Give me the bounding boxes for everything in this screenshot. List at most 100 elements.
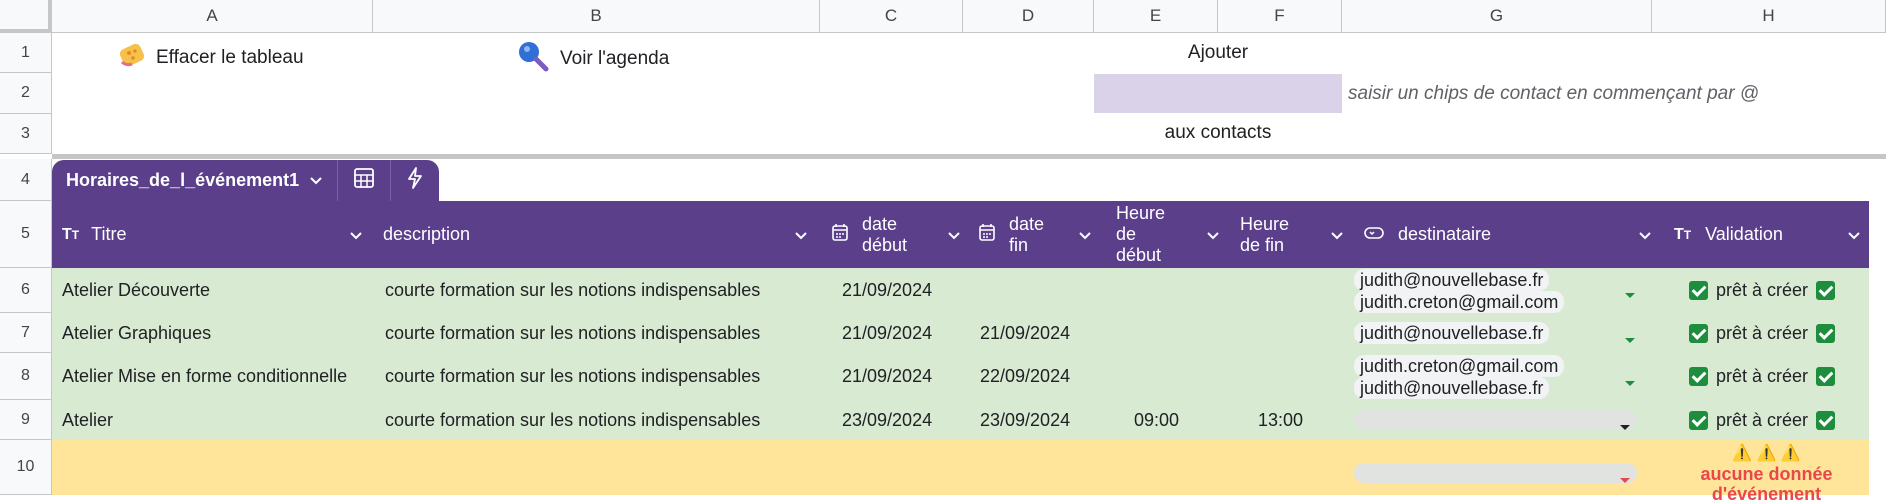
cell-heure-debut[interactable]: 09:00 (1134, 400, 1179, 440)
check-icon (1816, 281, 1836, 300)
contact-chip[interactable]: judith@nouvellebase.fr (1354, 376, 1550, 399)
cell-validation[interactable]: prêt à créer (1689, 313, 1836, 353)
destinataire-dropdown[interactable] (1354, 463, 1637, 483)
cell-titre[interactable]: Atelier Graphiques (62, 313, 211, 353)
clear-table-label: Effacer le tableau (156, 47, 304, 68)
cell-titre[interactable]: Atelier Mise en forme conditionnelle (62, 353, 347, 400)
table-calculator-button[interactable] (338, 160, 392, 201)
chevron-down-icon (1847, 225, 1861, 246)
cell-description[interactable]: courte formation sur les notions indispe… (385, 313, 760, 353)
dropdown-type-icon (1364, 224, 1384, 245)
cell-date-fin[interactable]: 22/09/2024 (980, 353, 1070, 400)
cell-destinataire[interactable]: judith.creton@gmail.com judith@nouvelleb… (1354, 353, 1654, 400)
dropdown-arrow-icon[interactable] (1624, 372, 1636, 393)
column-header-b[interactable]: B (373, 0, 820, 33)
cell-date-fin[interactable]: 23/09/2024 (980, 400, 1070, 440)
contact-hint: saisir un chips de contact en commençant… (1348, 83, 1760, 104)
header-validation[interactable]: TT Validation (1664, 201, 1869, 268)
text-type-icon: TT (62, 225, 80, 243)
header-date-fin-line2: fin (1009, 234, 1029, 255)
contact-chip[interactable]: judith.creton@gmail.com (1354, 290, 1565, 313)
contact-chip[interactable]: judith@nouvellebase.fr (1354, 268, 1550, 291)
row-header-4[interactable]: 4 (0, 159, 52, 201)
cell-date-fin[interactable]: 21/09/2024 (980, 313, 1070, 353)
header-heure-fin[interactable]: Heure de fin (1230, 201, 1354, 268)
row-header-10[interactable]: 10 (0, 440, 52, 495)
row-header-8[interactable]: 8 (0, 353, 52, 400)
chevron-down-icon (1638, 225, 1652, 246)
row-header-9[interactable]: 9 (0, 400, 52, 440)
column-header-g[interactable]: G (1342, 0, 1652, 33)
table-row: Atelier courte formation sur les notions… (52, 400, 1869, 440)
dropdown-arrow-icon[interactable] (1619, 469, 1631, 490)
cell-description[interactable]: courte formation sur les notions indispe… (385, 400, 760, 440)
header-date-fin[interactable]: date fin (975, 201, 1106, 268)
row-header-3[interactable]: 3 (0, 114, 52, 154)
cell-validation[interactable]: prêt à créer (1689, 353, 1836, 400)
table-automation-button[interactable] (391, 160, 439, 201)
column-header-h[interactable]: H (1652, 0, 1886, 33)
warning-text-line2: d'événement (1711, 484, 1822, 504)
header-validation-label: Validation (1705, 224, 1783, 244)
chevron-down-icon (309, 170, 323, 191)
chevron-down-icon (794, 225, 808, 246)
cell-date-debut[interactable]: 23/09/2024 (842, 400, 932, 440)
dropdown-arrow-icon[interactable] (1619, 416, 1631, 437)
frozen-rows-divider[interactable] (52, 154, 1886, 159)
header-destinataire[interactable]: destinataire (1354, 201, 1664, 268)
contact-chip-input[interactable] (1094, 74, 1342, 113)
view-agenda-button[interactable]: Voir l'agenda (516, 40, 669, 78)
warning-icon: ⚠️ ⚠️ ⚠️ (1732, 445, 1801, 462)
column-header-e[interactable]: E (1094, 0, 1218, 33)
cell-titre[interactable]: Atelier Découverte (62, 268, 210, 313)
column-header-f[interactable]: F (1218, 0, 1342, 33)
header-heure-debut-line2: de (1116, 224, 1137, 244)
cell-titre[interactable]: Atelier (62, 400, 113, 440)
cell-description[interactable]: courte formation sur les notions indispe… (385, 353, 760, 400)
cell-destinataire[interactable]: judith@nouvellebase.fr (1354, 313, 1654, 353)
select-all-corner[interactable] (0, 0, 52, 33)
row-header-7[interactable]: 7 (0, 313, 52, 353)
text-type-icon: TT (1674, 225, 1692, 243)
table-name-button[interactable]: Horaires_de_l_événement1 (52, 160, 339, 201)
validation-text: prêt à créer (1716, 322, 1809, 343)
to-contacts-label: aux contacts (1164, 122, 1272, 143)
header-heure-fin-line2: de fin (1240, 234, 1285, 255)
contact-chip[interactable]: judith@nouvellebase.fr (1354, 322, 1550, 344)
chevron-down-icon (947, 225, 961, 246)
column-header-d[interactable]: D (963, 0, 1094, 33)
header-date-debut[interactable]: date début (832, 201, 975, 268)
calendar-icon (832, 223, 848, 246)
contact-chip[interactable]: judith.creton@gmail.com (1354, 354, 1565, 377)
cell-description[interactable]: courte formation sur les notions indispe… (385, 268, 760, 313)
magnifier-icon (516, 40, 552, 78)
row-header-1[interactable]: 1 (0, 33, 52, 73)
validation-text: prêt à créer (1716, 280, 1809, 300)
row-header-6[interactable]: 6 (0, 268, 52, 313)
calendar-icon (979, 223, 995, 246)
row-header-2[interactable]: 2 (0, 73, 52, 114)
cell-date-debut[interactable]: 21/09/2024 (842, 268, 932, 313)
check-icon (1689, 323, 1708, 343)
cell-validation[interactable]: prêt à créer (1689, 400, 1836, 440)
cell-date-debut[interactable]: 21/09/2024 (842, 353, 932, 400)
destinataire-dropdown[interactable] (1354, 410, 1637, 430)
row-header-5[interactable]: 5 (0, 201, 52, 268)
cell-validation[interactable]: prêt à créer (1689, 268, 1836, 313)
table-name: Horaires_de_l_événement1 (66, 170, 300, 190)
check-icon (1816, 367, 1836, 386)
cell-validation-warning[interactable]: ⚠️ ⚠️ ⚠️ aucune donnée d'événement (1674, 444, 1859, 504)
cell-heure-fin[interactable]: 13:00 (1258, 400, 1303, 440)
dropdown-arrow-icon[interactable] (1624, 284, 1636, 305)
header-titre[interactable]: TT Titre (62, 201, 373, 268)
clear-table-button[interactable]: Effacer le tableau (118, 40, 304, 76)
cell-destinataire[interactable]: judith@nouvellebase.fr judith.creton@gma… (1354, 268, 1654, 313)
header-description[interactable]: description (383, 201, 830, 268)
header-heure-debut[interactable]: Heure de début (1106, 201, 1230, 268)
dropdown-arrow-icon[interactable] (1624, 329, 1636, 350)
check-icon (1816, 410, 1836, 430)
header-heure-debut-line3: début (1116, 245, 1162, 265)
cell-date-debut[interactable]: 21/09/2024 (842, 313, 932, 353)
column-header-a[interactable]: A (52, 0, 373, 33)
column-header-c[interactable]: C (820, 0, 963, 33)
